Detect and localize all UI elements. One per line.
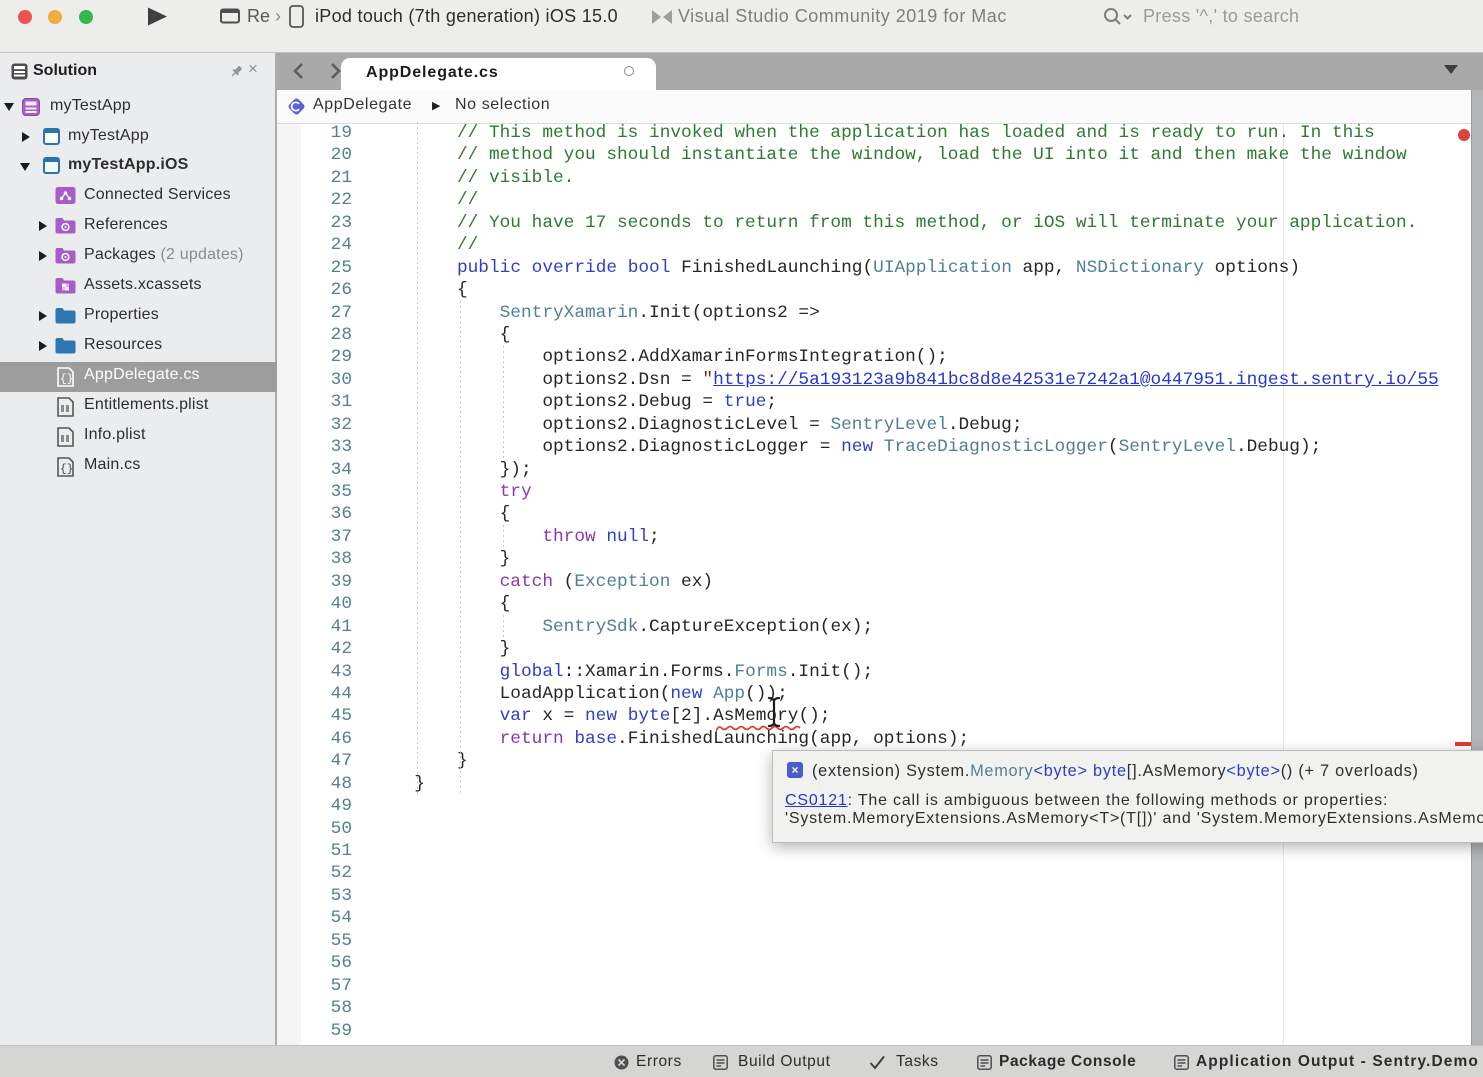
svg-text:{}: {}	[60, 374, 74, 386]
svg-text:{}: {}	[60, 464, 74, 476]
